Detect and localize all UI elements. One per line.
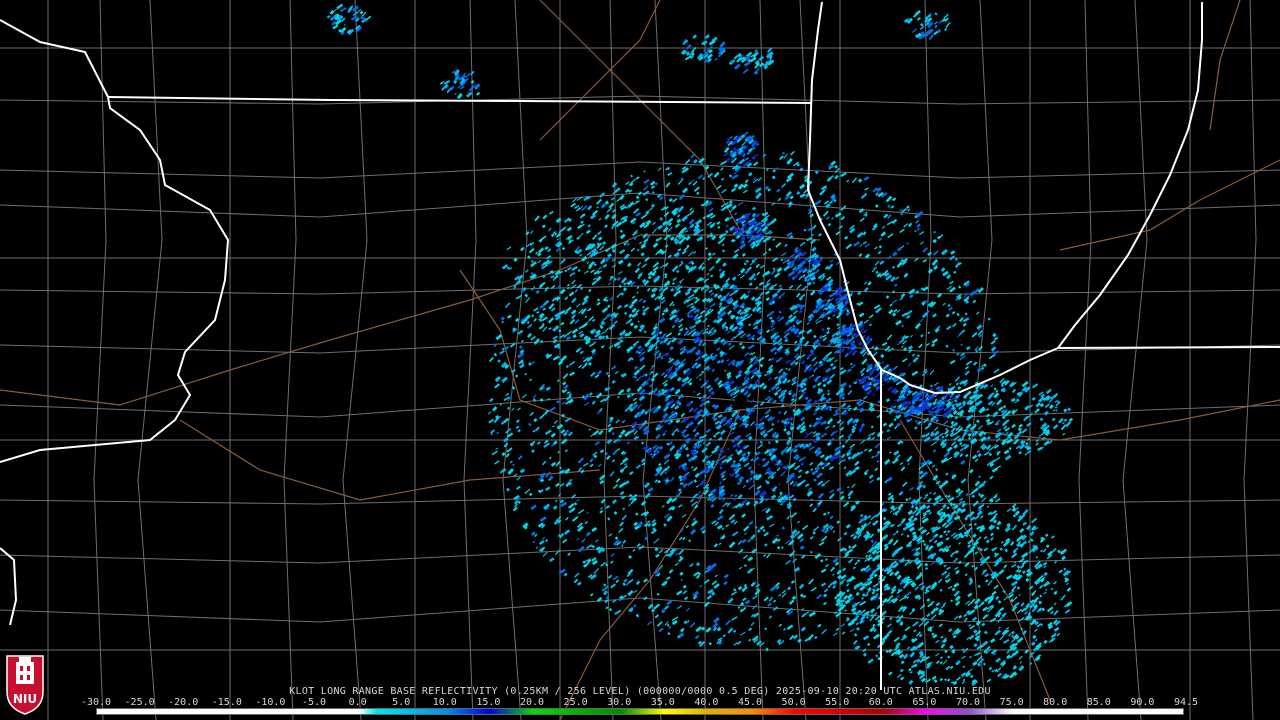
radar-map [0, 0, 1280, 720]
